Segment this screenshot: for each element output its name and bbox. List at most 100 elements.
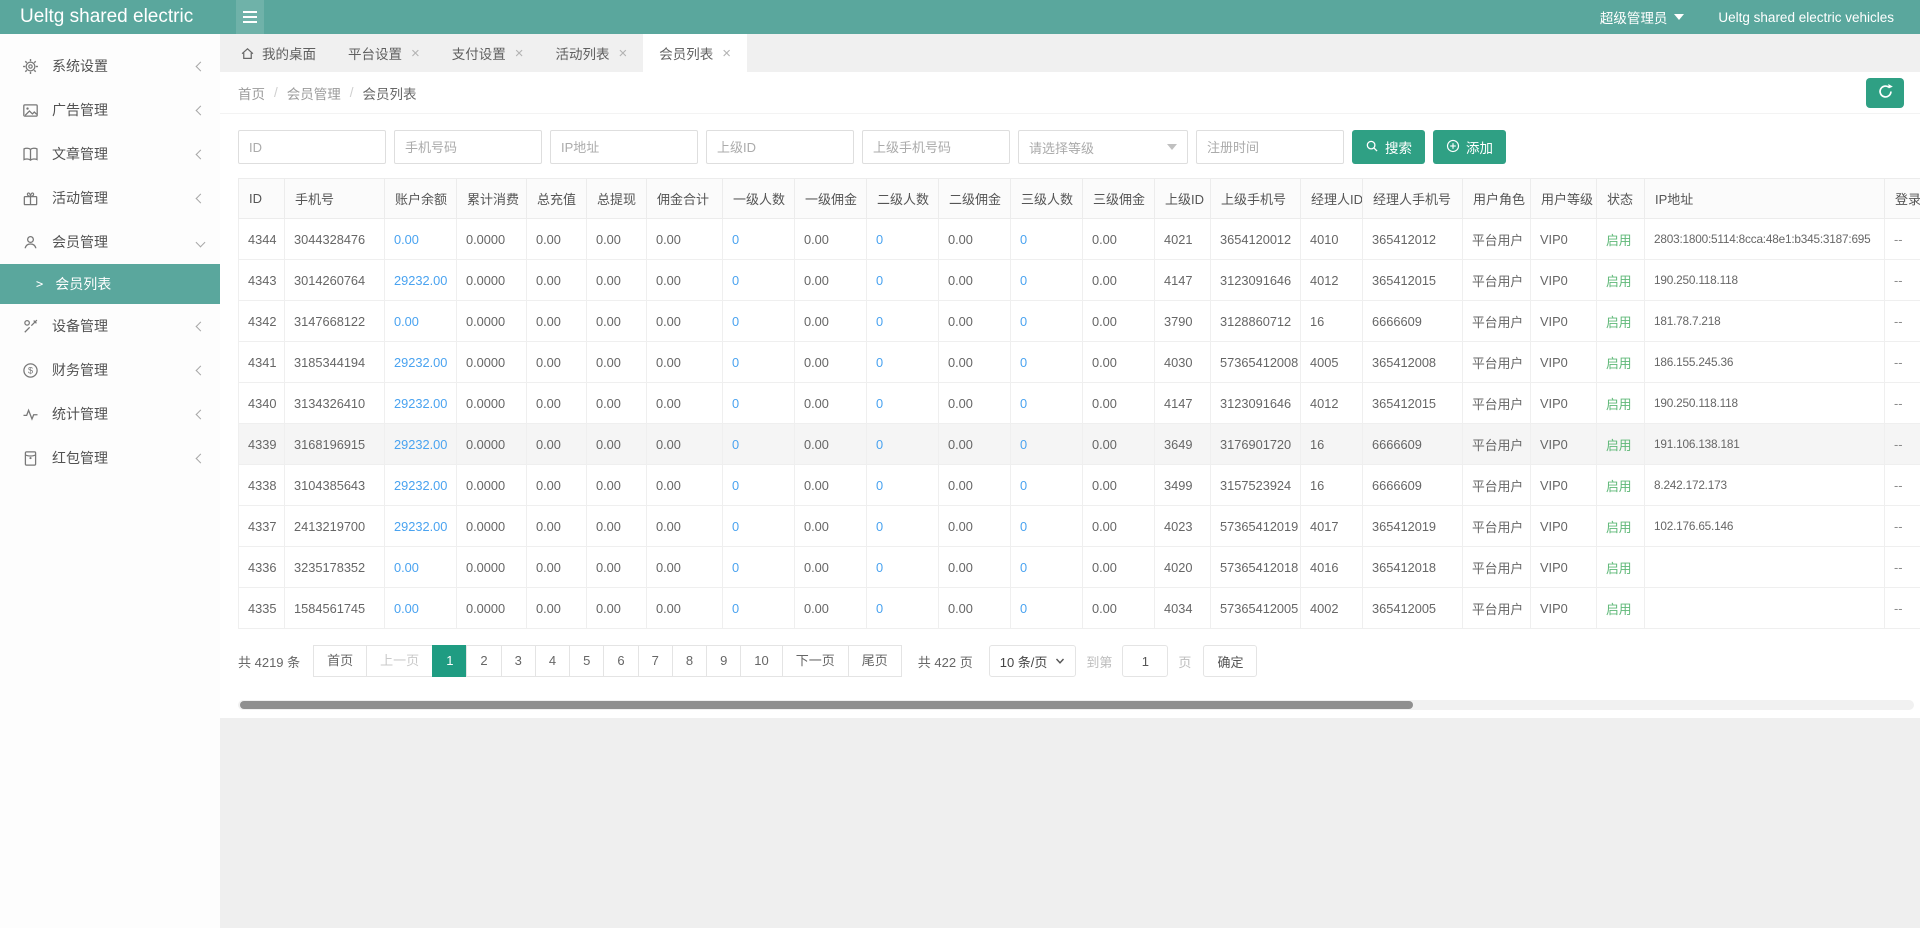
- last-page-button[interactable]: 尾页: [848, 645, 902, 677]
- cell-l3_count[interactable]: 0: [1011, 506, 1083, 547]
- sidebar-item-统计管理[interactable]: 统计管理: [0, 392, 220, 436]
- cell-balance[interactable]: 0.00: [385, 301, 457, 342]
- sidebar-item-广告管理[interactable]: 广告管理: [0, 88, 220, 132]
- sidebar-item-财务管理[interactable]: $财务管理: [0, 348, 220, 392]
- tab-会员列表[interactable]: 会员列表×: [643, 34, 747, 72]
- cell-balance[interactable]: 0.00: [385, 219, 457, 260]
- menu-toggle-button[interactable]: [236, 0, 264, 34]
- cell-l1_count[interactable]: 0: [723, 342, 795, 383]
- close-icon[interactable]: ×: [722, 46, 731, 61]
- cell-l2_count[interactable]: 0: [867, 342, 939, 383]
- cell-l2_count[interactable]: 0: [867, 588, 939, 629]
- tab-平台设置[interactable]: 平台设置×: [332, 34, 436, 72]
- cell-l3_count[interactable]: 0: [1011, 424, 1083, 465]
- cell-l3_count[interactable]: 0: [1011, 219, 1083, 260]
- cell-l2_count[interactable]: 0: [867, 547, 939, 588]
- cell-status[interactable]: 启用: [1597, 260, 1645, 301]
- tab-活动列表[interactable]: 活动列表×: [540, 34, 644, 72]
- cell-l3_count[interactable]: 0: [1011, 260, 1083, 301]
- per-page-select[interactable]: 10 条/页: [989, 645, 1077, 677]
- filter-input-上级ID[interactable]: [706, 130, 854, 164]
- sidebar-subitem-会员列表[interactable]: >会员列表: [0, 264, 220, 304]
- cell-l2_count[interactable]: 0: [867, 506, 939, 547]
- cell-l3_count[interactable]: 0: [1011, 588, 1083, 629]
- cell-l2_count[interactable]: 0: [867, 260, 939, 301]
- sidebar-item-红包管理[interactable]: 红包管理: [0, 436, 220, 480]
- refresh-button[interactable]: [1866, 78, 1904, 108]
- cell-l3_count[interactable]: 0: [1011, 547, 1083, 588]
- cell-status[interactable]: 启用: [1597, 465, 1645, 506]
- filter-input-IP地址[interactable]: [550, 130, 698, 164]
- filter-input-注册时间[interactable]: [1196, 130, 1344, 164]
- sidebar-item-活动管理[interactable]: 活动管理: [0, 176, 220, 220]
- filter-input-手机号码[interactable]: [394, 130, 542, 164]
- cell-status[interactable]: 启用: [1597, 588, 1645, 629]
- page-button-6[interactable]: 6: [603, 645, 638, 677]
- cell-balance[interactable]: 29232.00: [385, 383, 457, 424]
- page-button-7[interactable]: 7: [638, 645, 673, 677]
- cell-status[interactable]: 启用: [1597, 219, 1645, 260]
- cell-status[interactable]: 启用: [1597, 301, 1645, 342]
- page-button-3[interactable]: 3: [501, 645, 536, 677]
- next-page-button[interactable]: 下一页: [782, 645, 849, 677]
- first-page-button[interactable]: 首页: [313, 645, 367, 677]
- filter-input-ID[interactable]: [238, 130, 386, 164]
- page-button-10[interactable]: 10: [740, 645, 782, 677]
- cell-l1_count[interactable]: 0: [723, 219, 795, 260]
- cell-balance[interactable]: 29232.00: [385, 506, 457, 547]
- cell-balance[interactable]: 29232.00: [385, 342, 457, 383]
- page-button-4[interactable]: 4: [535, 645, 570, 677]
- goto-page-input[interactable]: [1122, 645, 1168, 677]
- sidebar-item-系统设置[interactable]: 系统设置: [0, 44, 220, 88]
- cell-status[interactable]: 启用: [1597, 383, 1645, 424]
- horizontal-scrollbar[interactable]: [238, 700, 1914, 710]
- cell-status[interactable]: 启用: [1597, 547, 1645, 588]
- cell-balance[interactable]: 0.00: [385, 588, 457, 629]
- close-icon[interactable]: ×: [411, 46, 420, 61]
- page-button-2[interactable]: 2: [466, 645, 501, 677]
- cell-l1_count[interactable]: 0: [723, 506, 795, 547]
- cell-balance[interactable]: 29232.00: [385, 465, 457, 506]
- cell-l1_count[interactable]: 0: [723, 424, 795, 465]
- cell-balance[interactable]: 0.00: [385, 547, 457, 588]
- page-button-9[interactable]: 9: [706, 645, 741, 677]
- cell-l1_count[interactable]: 0: [723, 547, 795, 588]
- cell-l3_count[interactable]: 0: [1011, 301, 1083, 342]
- level-select[interactable]: 请选择等级: [1018, 130, 1188, 164]
- confirm-button[interactable]: 确定: [1203, 645, 1257, 677]
- cell-status[interactable]: 启用: [1597, 506, 1645, 547]
- admin-dropdown[interactable]: 超级管理员: [1600, 7, 1685, 27]
- cell-balance[interactable]: 29232.00: [385, 424, 457, 465]
- page-button-5[interactable]: 5: [569, 645, 604, 677]
- tab-支付设置[interactable]: 支付设置×: [436, 34, 540, 72]
- cell-l1_count[interactable]: 0: [723, 588, 795, 629]
- cell-l1_count[interactable]: 0: [723, 301, 795, 342]
- cell-l3_count[interactable]: 0: [1011, 465, 1083, 506]
- cell-l3_count[interactable]: 0: [1011, 342, 1083, 383]
- page-button-1[interactable]: 1: [432, 645, 467, 677]
- cell-l2_count[interactable]: 0: [867, 383, 939, 424]
- close-icon[interactable]: ×: [515, 46, 524, 61]
- cell-l2_count[interactable]: 0: [867, 465, 939, 506]
- sidebar-item-文章管理[interactable]: 文章管理: [0, 132, 220, 176]
- cell-l3_count[interactable]: 0: [1011, 383, 1083, 424]
- cell-l1_count[interactable]: 0: [723, 383, 795, 424]
- cell-status[interactable]: 启用: [1597, 342, 1645, 383]
- close-icon[interactable]: ×: [619, 46, 628, 61]
- cell-l2_count[interactable]: 0: [867, 219, 939, 260]
- cell-status[interactable]: 启用: [1597, 424, 1645, 465]
- prev-page-button[interactable]: 上一页: [366, 645, 433, 677]
- cell-l2_count[interactable]: 0: [867, 424, 939, 465]
- cell-l1_count[interactable]: 0: [723, 260, 795, 301]
- tab-我的桌面[interactable]: 我的桌面: [224, 34, 332, 72]
- sidebar-item-设备管理[interactable]: 设备管理: [0, 304, 220, 348]
- filter-input-上级手机号码[interactable]: [862, 130, 1010, 164]
- add-button[interactable]: 添加: [1433, 130, 1506, 164]
- cell-l2_count[interactable]: 0: [867, 301, 939, 342]
- page-button-8[interactable]: 8: [672, 645, 707, 677]
- search-button[interactable]: 搜索: [1352, 130, 1425, 164]
- cell-l1_count[interactable]: 0: [723, 465, 795, 506]
- cell-balance[interactable]: 29232.00: [385, 260, 457, 301]
- sidebar-item-会员管理[interactable]: 会员管理: [0, 220, 220, 264]
- scrollbar-thumb[interactable]: [240, 701, 1413, 709]
